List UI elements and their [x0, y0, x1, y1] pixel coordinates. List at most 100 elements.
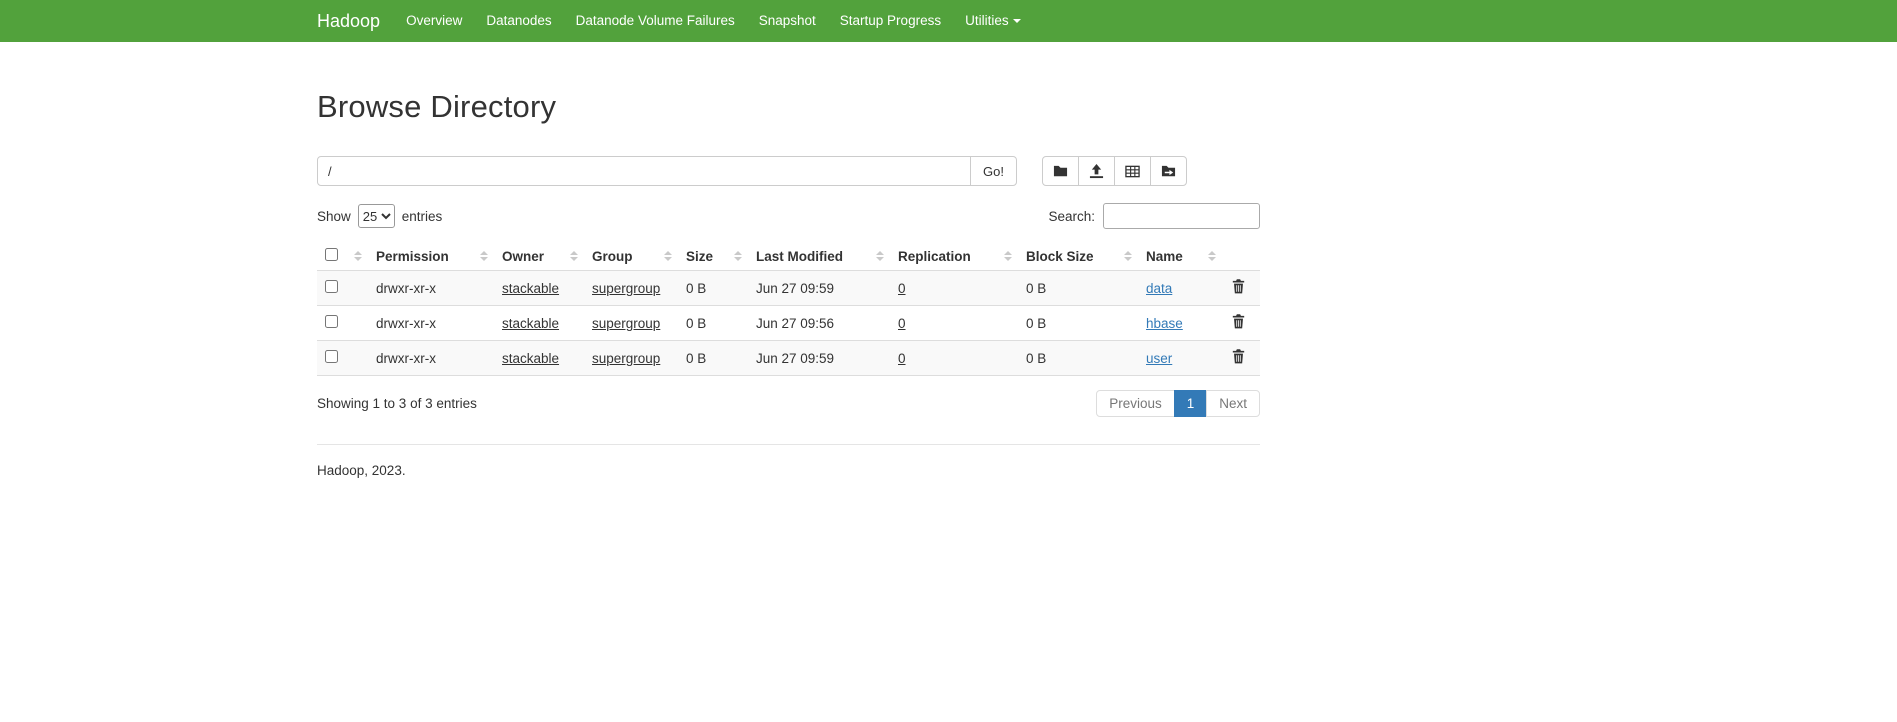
- sort-icon: [876, 251, 884, 261]
- nav-overview[interactable]: Overview: [394, 0, 474, 42]
- block-size-cell: 0 B: [1018, 341, 1138, 376]
- permission-cell: drwxr-xr-x: [368, 271, 494, 306]
- delete-button[interactable]: [1230, 349, 1247, 364]
- directory-link[interactable]: user: [1146, 351, 1172, 366]
- group-cell: supergroup: [584, 271, 678, 306]
- navbar-container: Hadoop Overview Datanodes Datanode Volum…: [317, 0, 1260, 42]
- upload-icon: [1089, 164, 1104, 179]
- create-directory-button[interactable]: [1042, 156, 1079, 186]
- file-action-buttons: [1042, 156, 1187, 186]
- group-value[interactable]: supergroup: [592, 281, 660, 296]
- entries-summary: Showing 1 to 3 of 3 entries: [317, 396, 477, 411]
- group-cell: supergroup: [584, 306, 678, 341]
- sort-icon: [664, 251, 672, 261]
- header-owner-label: Owner: [502, 249, 544, 264]
- row-checkbox[interactable]: [325, 315, 338, 328]
- entries-label: entries: [402, 209, 443, 224]
- pagination-previous[interactable]: Previous: [1096, 390, 1175, 417]
- size-cell: 0 B: [678, 306, 748, 341]
- directory-link[interactable]: hbase: [1146, 316, 1183, 331]
- replication-value[interactable]: 0: [898, 316, 906, 331]
- delete-button[interactable]: [1230, 314, 1247, 329]
- owner-cell: stackable: [494, 271, 584, 306]
- search-input[interactable]: [1103, 203, 1260, 229]
- pagination-next[interactable]: Next: [1206, 390, 1260, 417]
- page-size-control: Show 25 entries: [317, 204, 442, 228]
- pagination-page-1[interactable]: 1: [1174, 390, 1208, 417]
- owner-value[interactable]: stackable: [502, 316, 559, 331]
- table-row: drwxr-xr-x stackable supergroup 0 B Jun …: [317, 341, 1260, 376]
- size-cell: 0 B: [678, 271, 748, 306]
- sort-icon: [1124, 251, 1132, 261]
- go-button[interactable]: Go!: [970, 156, 1017, 186]
- row-select-cell: [317, 341, 368, 376]
- nav-snapshot[interactable]: Snapshot: [747, 0, 828, 42]
- delete-button[interactable]: [1230, 279, 1247, 294]
- sort-icon: [480, 251, 488, 261]
- permission-cell: drwxr-xr-x: [368, 341, 494, 376]
- grid-icon: [1125, 164, 1140, 179]
- row-select-cell: [317, 271, 368, 306]
- table-header-row: Permission Owner Group Size Last Modifie…: [317, 242, 1260, 271]
- header-owner[interactable]: Owner: [494, 242, 584, 271]
- header-actions: [1222, 242, 1260, 271]
- name-cell: user: [1138, 341, 1222, 376]
- header-last-modified[interactable]: Last Modified: [748, 242, 890, 271]
- row-checkbox[interactable]: [325, 350, 338, 363]
- header-size[interactable]: Size: [678, 242, 748, 271]
- owner-value[interactable]: stackable: [502, 281, 559, 296]
- trash-icon: [1232, 279, 1245, 294]
- search-label: Search:: [1048, 209, 1095, 224]
- table-footer: Showing 1 to 3 of 3 entries Previous 1 N…: [317, 390, 1260, 417]
- actions-cell: [1222, 271, 1260, 306]
- replication-value[interactable]: 0: [898, 351, 906, 366]
- replication-cell: 0: [890, 341, 1018, 376]
- last-modified-cell: Jun 27 09:56: [748, 306, 890, 341]
- page-size-select[interactable]: 25: [358, 204, 395, 228]
- folder-move-icon: [1161, 164, 1176, 179]
- header-group[interactable]: Group: [584, 242, 678, 271]
- upload-file-button[interactable]: [1078, 156, 1115, 186]
- owner-cell: stackable: [494, 341, 584, 376]
- nav-startup-progress[interactable]: Startup Progress: [828, 0, 953, 42]
- select-all-header[interactable]: [317, 242, 368, 271]
- nav-utilities[interactable]: Utilities: [953, 0, 1033, 42]
- nav-datanodes[interactable]: Datanodes: [474, 0, 563, 42]
- select-all-checkbox[interactable]: [325, 248, 338, 261]
- sort-icon: [1208, 251, 1216, 261]
- top-navbar: Hadoop Overview Datanodes Datanode Volum…: [0, 0, 1897, 42]
- group-value[interactable]: supergroup: [592, 316, 660, 331]
- header-permission-label: Permission: [376, 249, 449, 264]
- sort-icon: [734, 251, 742, 261]
- sort-icon: [1004, 251, 1012, 261]
- header-group-label: Group: [592, 249, 633, 264]
- actions-cell: [1222, 306, 1260, 341]
- nav-datanode-volume-failures[interactable]: Datanode Volume Failures: [564, 0, 747, 42]
- owner-value[interactable]: stackable: [502, 351, 559, 366]
- main-content: Browse Directory Go! Show 25: [317, 89, 1260, 518]
- header-name[interactable]: Name: [1138, 242, 1222, 271]
- copyright-text: Hadoop, 2023.: [317, 463, 1260, 518]
- header-replication-label: Replication: [898, 249, 971, 264]
- directory-link[interactable]: data: [1146, 281, 1172, 296]
- row-checkbox[interactable]: [325, 280, 338, 293]
- last-modified-cell: Jun 27 09:59: [748, 271, 890, 306]
- header-block-size[interactable]: Block Size: [1018, 242, 1138, 271]
- size-cell: 0 B: [678, 341, 748, 376]
- sort-icon: [570, 251, 578, 261]
- directory-path-input[interactable]: [317, 156, 971, 186]
- last-modified-cell: Jun 27 09:59: [748, 341, 890, 376]
- header-permission[interactable]: Permission: [368, 242, 494, 271]
- folder-icon: [1053, 164, 1068, 179]
- group-value[interactable]: supergroup: [592, 351, 660, 366]
- move-button[interactable]: [1150, 156, 1187, 186]
- nav-utilities-label: Utilities: [965, 13, 1009, 28]
- brand-hadoop[interactable]: Hadoop: [317, 0, 380, 42]
- pagination: Previous 1 Next: [1096, 390, 1260, 417]
- replication-value[interactable]: 0: [898, 281, 906, 296]
- header-replication[interactable]: Replication: [890, 242, 1018, 271]
- actions-cell: [1222, 341, 1260, 376]
- name-cell: data: [1138, 271, 1222, 306]
- footer-divider: [317, 444, 1260, 445]
- grid-view-button[interactable]: [1114, 156, 1151, 186]
